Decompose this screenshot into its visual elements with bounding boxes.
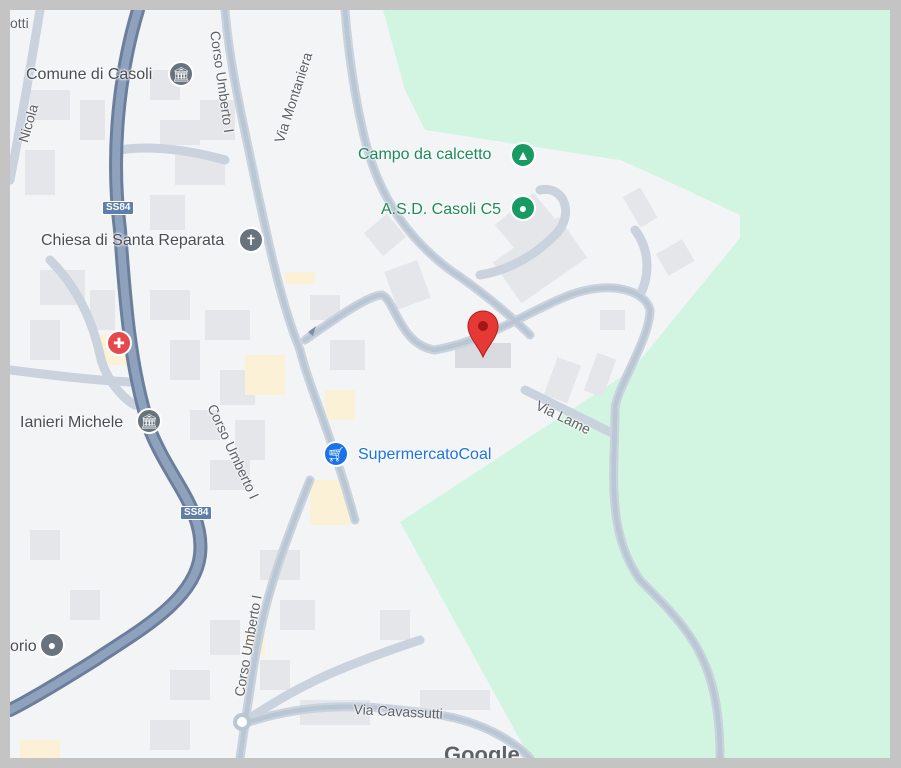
tree-icon[interactable]: ▲ (510, 142, 536, 168)
park-area (383, 10, 890, 758)
place-label-orio[interactable]: orio (10, 639, 37, 655)
location-dot-icon[interactable]: ● (510, 195, 536, 221)
landmark-icon[interactable]: 🏛︎ (168, 61, 194, 87)
church-cross-icon[interactable]: ✝ (238, 227, 264, 253)
google-logo: Google (444, 742, 520, 758)
location-dot-icon[interactable]: ● (39, 632, 65, 658)
medical-icon[interactable]: ✚ (106, 330, 132, 356)
place-label-chiesa[interactable]: Chiesa di Santa Reparata (41, 233, 224, 249)
map-viewport[interactable]: Corso Umberto I Via Montaniera Corso Umb… (10, 10, 890, 758)
place-label-comune[interactable]: Comune di Casoli (26, 67, 152, 83)
street-label-otti: otti (10, 15, 29, 31)
place-label-supermercato[interactable]: SupermercatoCoal (358, 447, 491, 463)
roundabout (233, 713, 251, 731)
map-canvas[interactable] (10, 10, 890, 758)
place-label-asd[interactable]: A.S.D. Casoli C5 (381, 202, 501, 218)
ss84-shield-bottom: SS84 (180, 506, 213, 520)
landmark-icon[interactable]: 🏛︎ (136, 408, 162, 434)
place-label-ianieri[interactable]: Ianieri Michele (20, 415, 123, 431)
place-label-campo[interactable]: Campo da calcetto (358, 147, 491, 163)
shopping-cart-icon[interactable]: 🛒︎ (323, 441, 349, 467)
ss84-shield-top: SS84 (102, 201, 135, 215)
